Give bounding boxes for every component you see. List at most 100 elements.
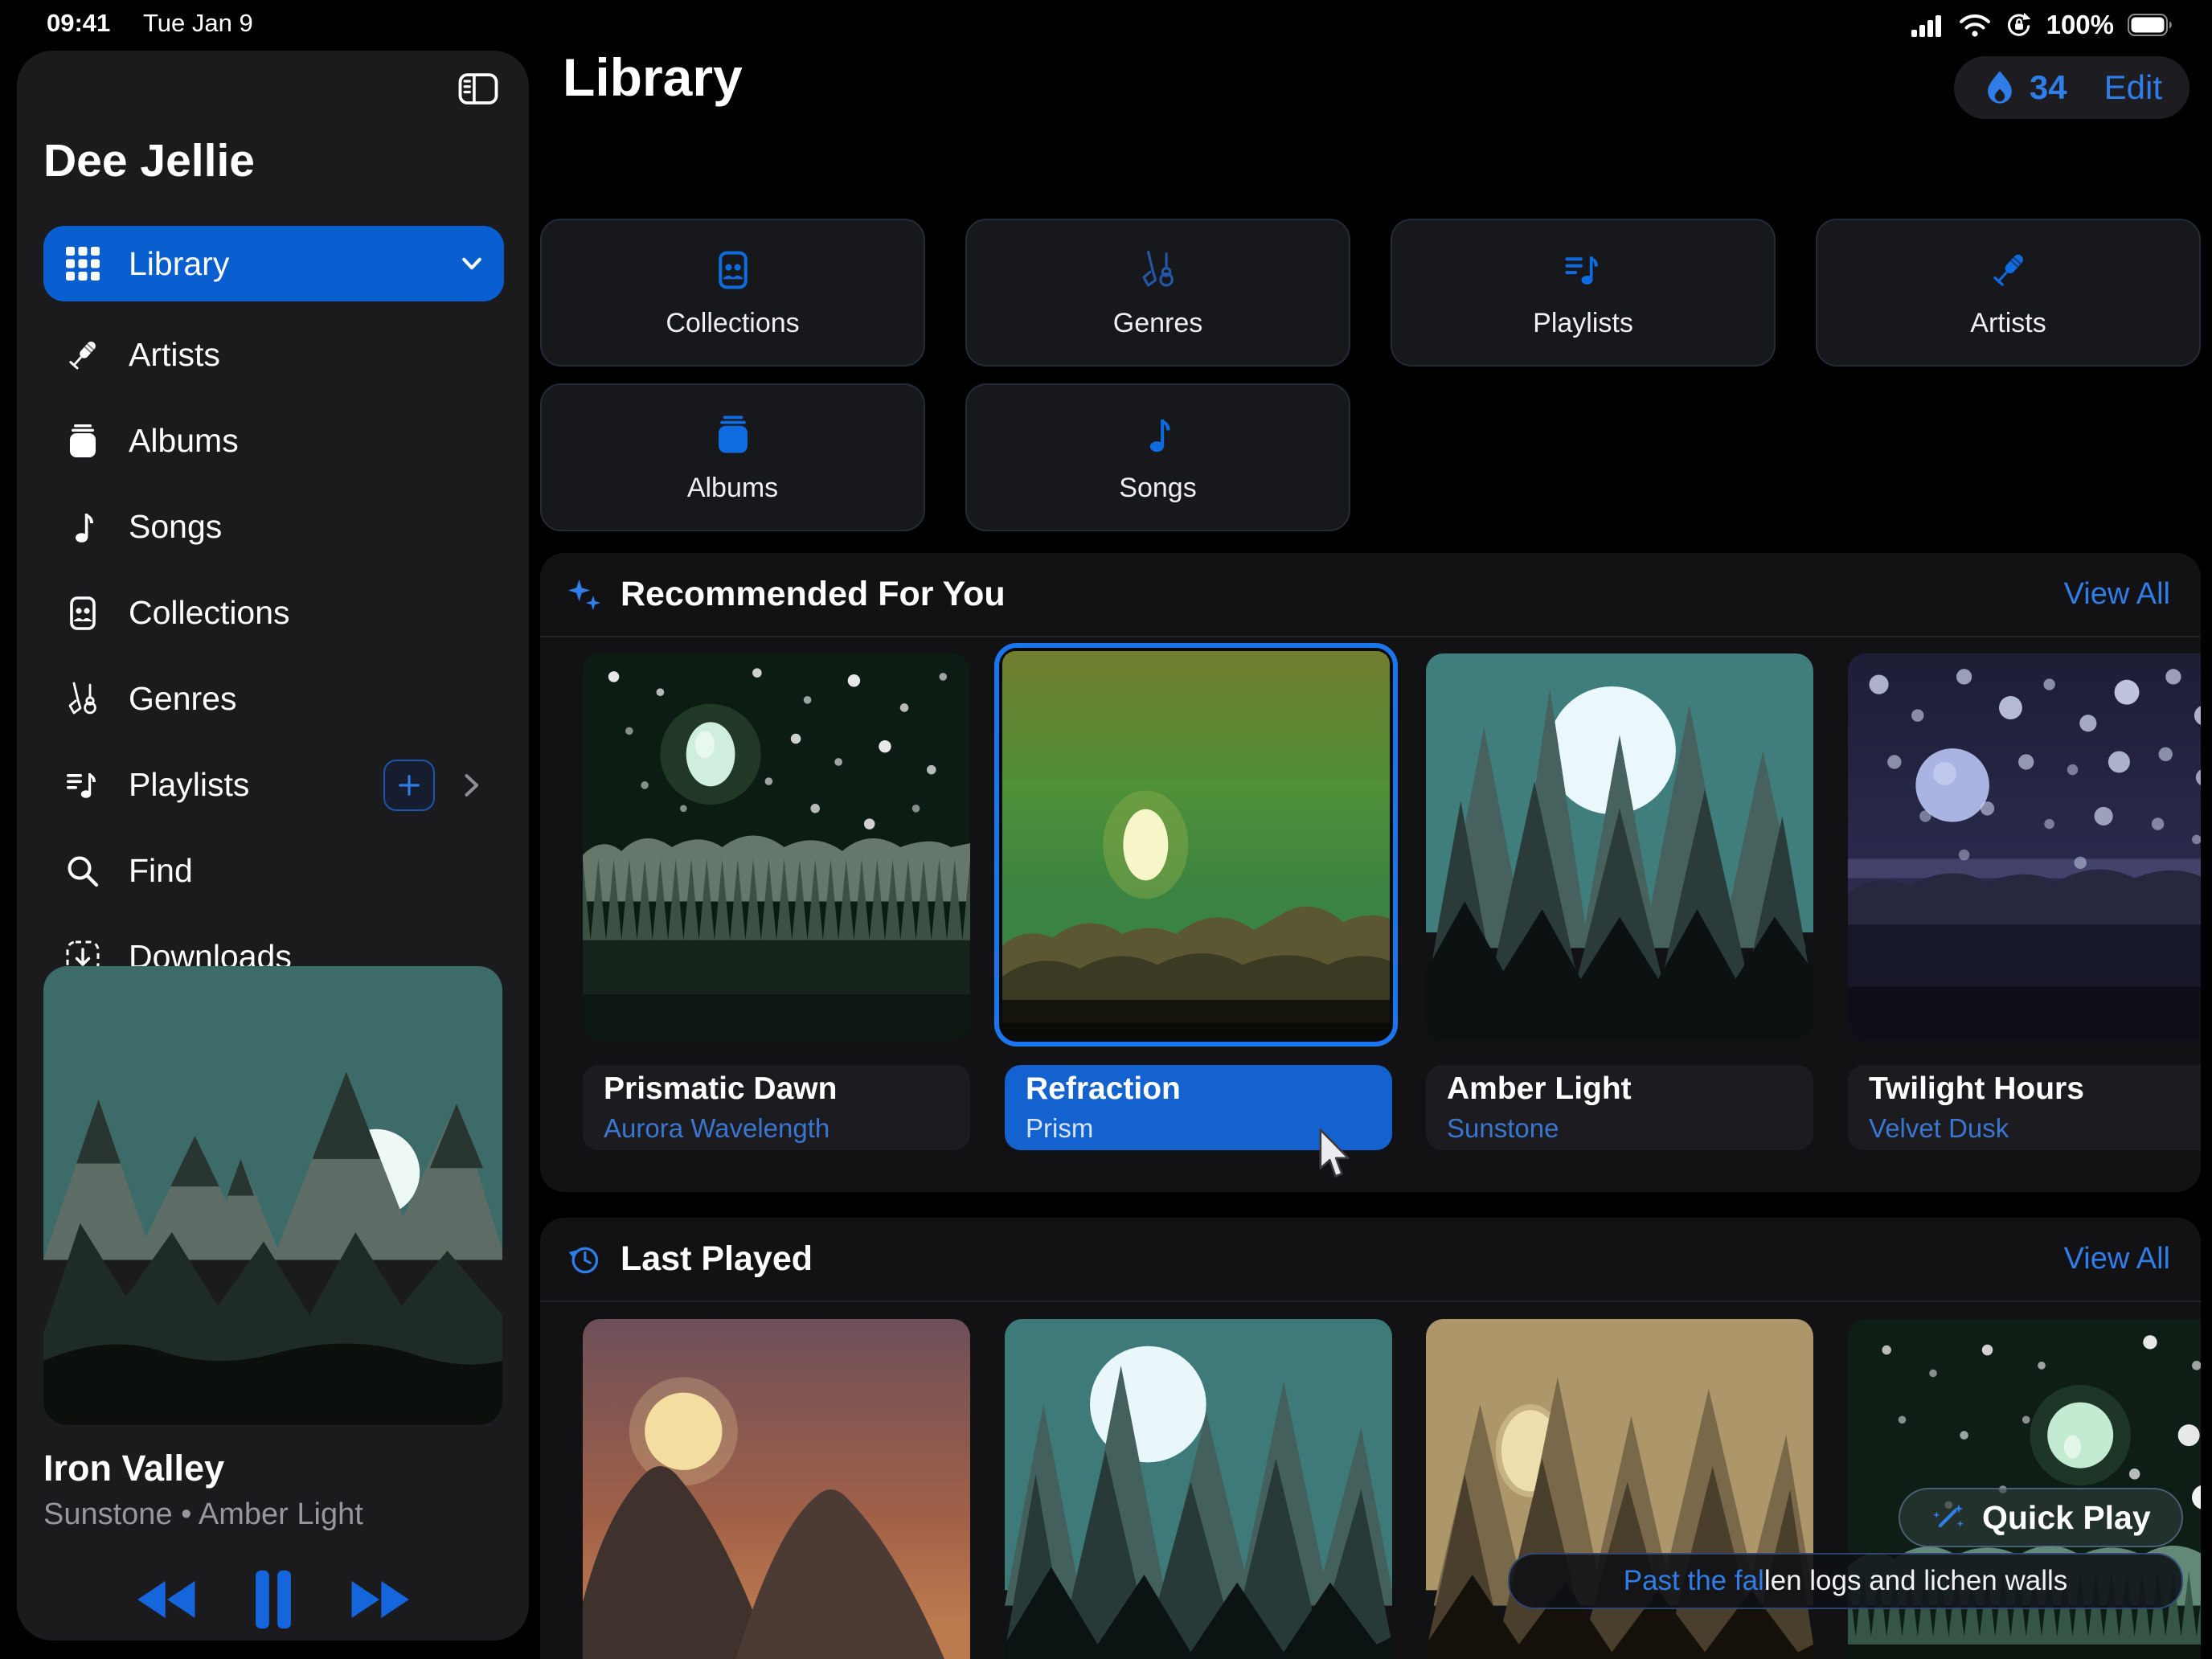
album-art-twilight-hours[interactable] bbox=[1848, 653, 2201, 1041]
sidebar-item-label: Library bbox=[129, 245, 229, 283]
collections-icon bbox=[711, 247, 755, 293]
lyric-toast[interactable]: Past the fallen logs and lichen walls bbox=[1508, 1553, 2183, 1609]
section-header: Last Played View All bbox=[540, 1218, 2201, 1302]
artwork-iron-valley bbox=[43, 966, 502, 1425]
chevron-right-icon[interactable] bbox=[456, 770, 486, 801]
wifi-icon bbox=[1958, 13, 1992, 37]
album-art-prismatic-dawn[interactable] bbox=[583, 653, 970, 1041]
sidebar-item-label: Albums bbox=[129, 422, 239, 460]
quick-play-label: Quick Play bbox=[1982, 1499, 2151, 1537]
album-title: Prismatic Dawn bbox=[604, 1071, 949, 1107]
status-icons: 100% bbox=[1910, 10, 2177, 40]
last-played-art-1[interactable] bbox=[583, 1319, 970, 1659]
tile-label: Artists bbox=[1970, 308, 2046, 339]
sidebar-toggle-button[interactable] bbox=[452, 67, 505, 112]
album-title: Twilight Hours bbox=[1869, 1071, 2201, 1107]
sidebar-item-find[interactable]: Find bbox=[43, 828, 504, 914]
guitars-icon bbox=[1137, 247, 1180, 293]
next-track-button[interactable] bbox=[350, 1581, 409, 1622]
tile-albums[interactable]: Albums bbox=[540, 383, 925, 531]
album-info[interactable]: Twilight Hours Velvet Dusk bbox=[1848, 1065, 2201, 1150]
previous-track-button[interactable] bbox=[137, 1581, 197, 1622]
sidebar-toggle-icon bbox=[453, 67, 503, 110]
mouse-cursor bbox=[1315, 1129, 1355, 1182]
album-art-refraction[interactable] bbox=[994, 643, 1398, 1047]
lyric-highlight: Past the fal bbox=[1624, 1565, 1764, 1597]
collections-icon bbox=[56, 592, 109, 635]
sidebar-menu: Library Artists Albums Songs Collections bbox=[43, 226, 504, 1000]
tile-collections[interactable]: Collections bbox=[540, 219, 925, 367]
battery-percent: 100% bbox=[2046, 10, 2114, 40]
streak-count: 34 bbox=[2030, 68, 2067, 107]
album-info[interactable]: Amber Light Sunstone bbox=[1426, 1065, 1813, 1150]
tile-songs[interactable]: Songs bbox=[965, 383, 1350, 531]
search-icon bbox=[56, 850, 109, 893]
pause-icon bbox=[248, 1566, 298, 1633]
now-playing-subtitle: Sunstone • Amber Light bbox=[43, 1497, 502, 1532]
album-art-amber-light[interactable] bbox=[1426, 653, 1813, 1041]
sidebar-item-collections[interactable]: Collections bbox=[43, 570, 504, 656]
flame-icon bbox=[1981, 69, 2018, 106]
sidebar-item-label: Find bbox=[129, 852, 193, 890]
tile-label: Genres bbox=[1113, 308, 1203, 339]
magic-wand-icon bbox=[1931, 1500, 1966, 1535]
tile-genres[interactable]: Genres bbox=[965, 219, 1350, 367]
view-all-link[interactable]: View All bbox=[2064, 1242, 2170, 1276]
page-title: Library bbox=[563, 47, 743, 108]
tile-label: Albums bbox=[687, 473, 778, 504]
sidebar: Dee Jellie Library Artists Albums Songs bbox=[17, 51, 529, 1641]
rewind-icon bbox=[137, 1581, 197, 1618]
rotation-lock-icon bbox=[2005, 10, 2034, 39]
streak-badge[interactable]: 34 bbox=[1981, 68, 2067, 107]
view-all-link[interactable]: View All bbox=[2064, 577, 2170, 612]
now-playing-artwork[interactable] bbox=[43, 966, 502, 1425]
tile-label: Songs bbox=[1119, 473, 1196, 504]
sidebar-item-label: Genres bbox=[129, 680, 236, 718]
album-title: Amber Light bbox=[1447, 1071, 1792, 1107]
sidebar-item-songs[interactable]: Songs bbox=[43, 484, 504, 570]
sidebar-item-label: Playlists bbox=[129, 766, 249, 804]
album-artist: Sunstone bbox=[1447, 1113, 1792, 1144]
pause-button[interactable] bbox=[248, 1566, 298, 1637]
sidebar-item-playlists[interactable]: Playlists bbox=[43, 742, 504, 828]
clock-history-icon bbox=[566, 1242, 601, 1277]
status-time: 09:41 bbox=[47, 9, 110, 38]
sidebar-item-label: Songs bbox=[129, 508, 222, 546]
chevron-down-icon bbox=[457, 249, 486, 278]
battery-icon bbox=[2127, 13, 2177, 37]
sidebar-item-albums[interactable]: Albums bbox=[43, 398, 504, 484]
tile-artists[interactable]: Artists bbox=[1816, 219, 2201, 367]
sidebar-item-label: Collections bbox=[129, 594, 290, 632]
album-info[interactable]: Prismatic Dawn Aurora Wavelength bbox=[583, 1065, 970, 1150]
tile-label: Collections bbox=[666, 308, 799, 339]
page-background: 09:41 Tue Jan 9 100% Dee Jellie Library … bbox=[0, 0, 2212, 1659]
sidebar-item-genres[interactable]: Genres bbox=[43, 656, 504, 742]
plus-icon bbox=[395, 771, 424, 800]
last-played-art-2[interactable] bbox=[1005, 1319, 1392, 1659]
header-actions: 34 Edit bbox=[1954, 56, 2189, 119]
edit-button[interactable]: Edit bbox=[2104, 68, 2162, 107]
profile-name: Dee Jellie bbox=[43, 134, 255, 187]
sidebar-item-artists[interactable]: Artists bbox=[43, 312, 504, 398]
fast-forward-icon bbox=[350, 1581, 409, 1618]
section-title: Recommended For You bbox=[621, 575, 1006, 614]
cellular-signal-icon bbox=[1910, 13, 1945, 37]
now-playing-title: Iron Valley bbox=[43, 1448, 502, 1489]
sparkles-icon bbox=[566, 577, 601, 612]
add-playlist-button[interactable] bbox=[383, 760, 435, 811]
section-title: Last Played bbox=[621, 1239, 813, 1279]
quick-play-button[interactable]: Quick Play bbox=[1899, 1488, 2183, 1547]
tile-playlists[interactable]: Playlists bbox=[1391, 219, 1776, 367]
sidebar-item-library[interactable]: Library bbox=[43, 226, 504, 301]
playlist-icon bbox=[1562, 247, 1605, 293]
microphone-icon bbox=[1987, 247, 2030, 293]
playback-controls bbox=[43, 1566, 502, 1637]
category-tiles: Collections Genres Playlists Artists Alb… bbox=[540, 219, 2201, 531]
guitars-icon bbox=[56, 678, 109, 721]
section-header: Recommended For You View All bbox=[540, 553, 2201, 637]
music-note-icon bbox=[56, 506, 109, 549]
status-date: Tue Jan 9 bbox=[143, 9, 253, 38]
music-note-icon bbox=[1137, 412, 1180, 458]
sidebar-item-label: Artists bbox=[129, 336, 220, 374]
albums-stack-icon bbox=[711, 412, 755, 458]
